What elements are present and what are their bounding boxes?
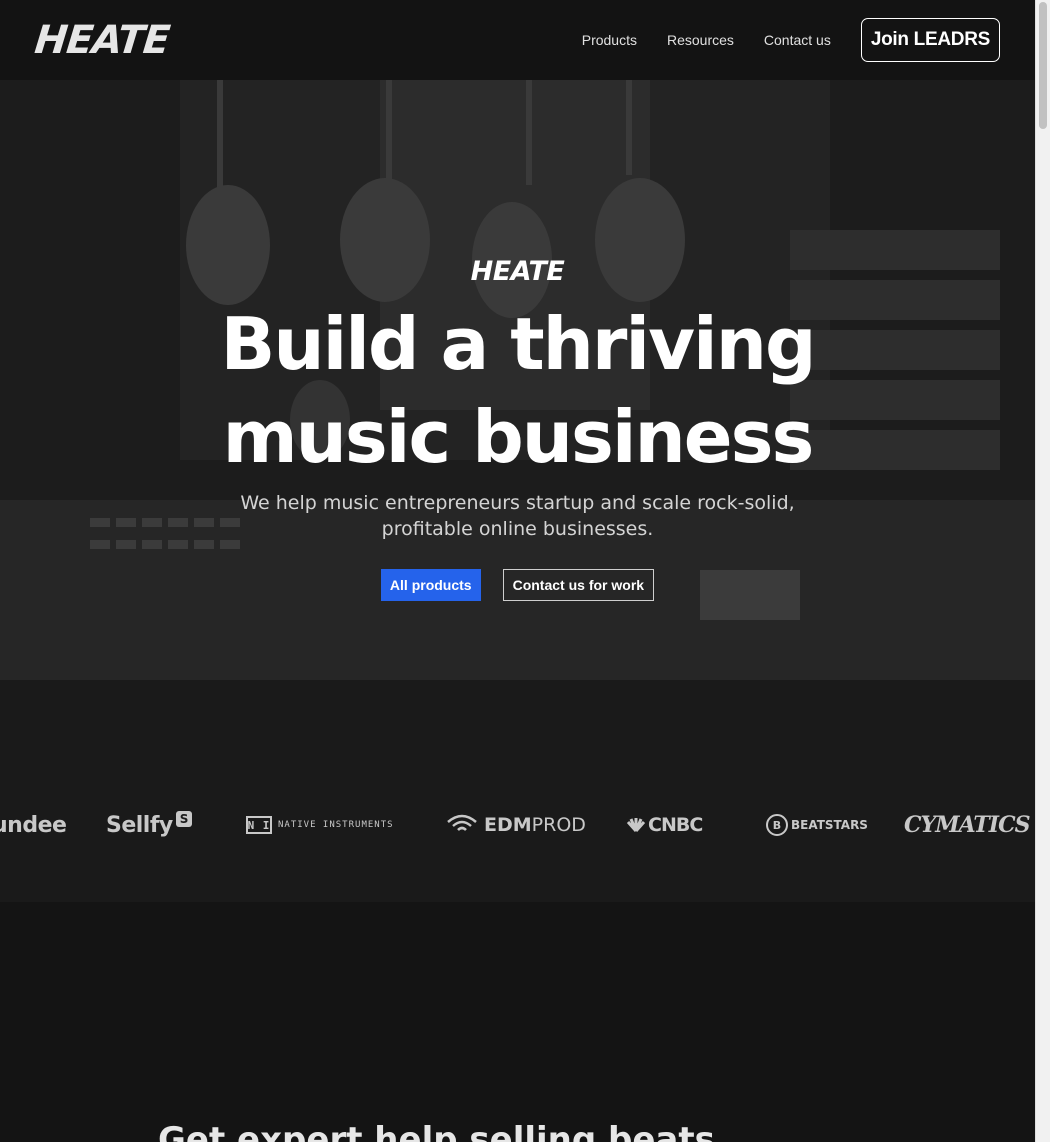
wifi-icon: [447, 814, 477, 831]
partner-logos: undee Sellfy S N I NATIVE INSTRUMENTS ED…: [0, 800, 1035, 850]
peacock-icon: [626, 818, 646, 832]
partner-logo-sellfy-text: Sellfy: [106, 812, 173, 838]
section-title: Get expert help selling beats: [158, 1120, 715, 1142]
all-products-button[interactable]: All products: [380, 569, 481, 601]
nav-link-products[interactable]: Products: [582, 32, 637, 48]
hero-buttons: All products Contact us for work: [0, 569, 1035, 601]
beatstars-icon: B: [766, 814, 788, 836]
partner-logo-cymatics: CYMATICS: [904, 800, 1030, 850]
hero-subtitle: We help music entrepreneurs startup and …: [240, 492, 795, 540]
partner-logo-cymatics-text: CYMATICS: [904, 812, 1030, 838]
contact-us-for-work-button[interactable]: Contact us for work: [502, 569, 655, 601]
partner-logo-cnbc: CNBC: [626, 800, 703, 850]
partner-logo-undee: undee: [0, 800, 67, 850]
top-navbar: HEATE Products Resources Contact us Join…: [0, 0, 1035, 80]
native-instruments-icon: N I: [246, 816, 272, 834]
partner-logo-cnbc-text: CNBC: [648, 814, 703, 836]
partner-logo-beatstars-text: BEATSTARS: [791, 818, 868, 832]
partner-logo-edm-text: EDM: [484, 814, 532, 836]
main-nav: Products Resources Contact us Join LEADR…: [582, 18, 1000, 62]
hero-section: HEATE Build a thriving music business We…: [0, 80, 1035, 902]
hero-logo: HEATE: [470, 256, 565, 287]
partner-logo-native-instruments: N I NATIVE INSTRUMENTS: [246, 800, 394, 850]
partner-logo-prod-text: PROD: [531, 814, 586, 836]
nav-link-contact[interactable]: Contact us: [764, 32, 831, 48]
sellfy-badge-icon: S: [175, 811, 192, 827]
scrollbar-thumb[interactable]: [1039, 2, 1047, 129]
page-scrollbar[interactable]: [1035, 0, 1050, 1142]
partner-logo-undee-text: undee: [0, 812, 67, 838]
nav-link-resources[interactable]: Resources: [667, 32, 734, 48]
partner-logo-sellfy: Sellfy S: [106, 800, 192, 850]
hero-title: Build a thriving music business: [220, 302, 816, 479]
join-leadrs-button[interactable]: Join LEADRS: [860, 18, 1000, 62]
partner-logo-native-instruments-text: NATIVE INSTRUMENTS: [278, 820, 394, 830]
partner-logo-beatstars: B BEATSTARS: [766, 800, 868, 850]
partner-logo-edmprod: EDM PROD: [446, 800, 586, 850]
brand-logo[interactable]: HEATE: [33, 18, 172, 63]
